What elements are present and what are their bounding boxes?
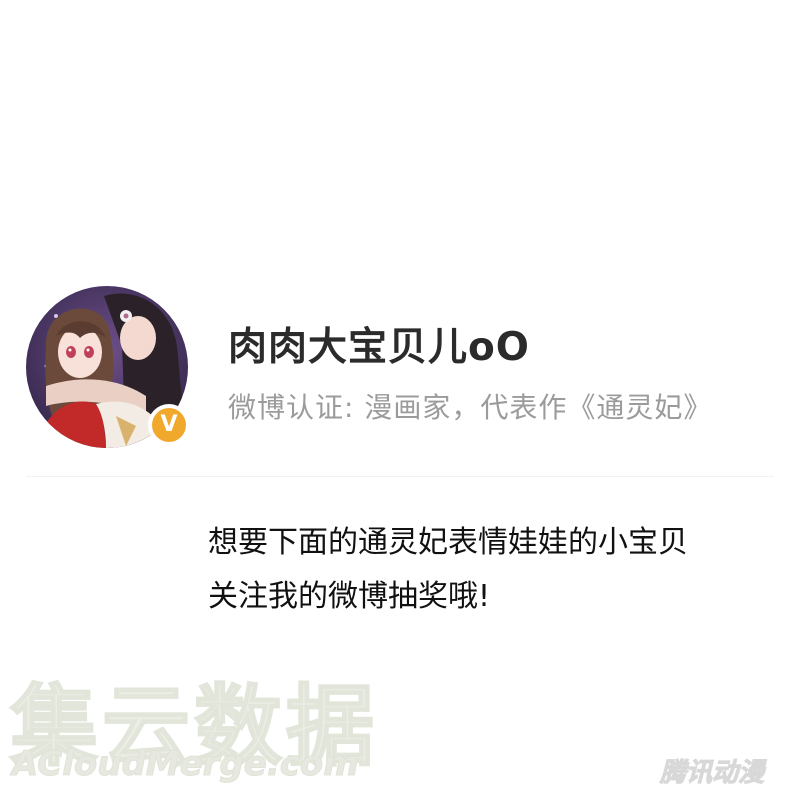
verified-badge: V (148, 404, 190, 446)
corner-logo: 腾讯动漫 (659, 758, 765, 789)
message-line: 想要下面的通灵妃表情娃娃的小宝贝 (208, 525, 688, 560)
weibo-profile-card: V 肉肉大宝贝儿oO 微博认证: 漫画家，代表作《通灵妃》 (26, 286, 786, 456)
verified-v-icon: V (152, 408, 186, 442)
announcement-message: 想要下面的通灵妃表情娃娃的小宝贝 关注我的微博抽奖哦! (208, 516, 788, 624)
watermark-english: ACloudMerge.com (12, 744, 360, 785)
verification-description: 微博认证: 漫画家，代表作《通灵妃》 (228, 391, 713, 424)
divider (26, 476, 774, 477)
username[interactable]: 肉肉大宝贝儿oO (228, 316, 530, 372)
message-line: 关注我的微博抽奖哦! (208, 579, 491, 614)
